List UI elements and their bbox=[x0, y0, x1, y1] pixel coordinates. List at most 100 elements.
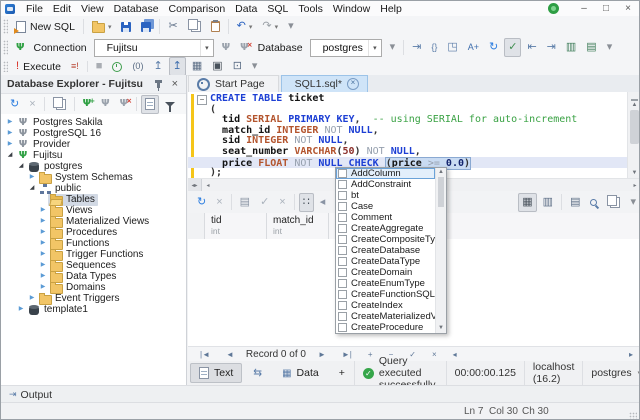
snippet-checkbox-icon[interactable] bbox=[338, 257, 347, 266]
column-header-tid[interactable]: tid int bbox=[205, 213, 267, 239]
tab-sql1-sql-[interactable]: SQL1.sql* × bbox=[280, 75, 368, 92]
tree-item-public[interactable]: ◢ public bbox=[1, 183, 186, 194]
autocomplete-item-createaggregate[interactable]: CreateAggregate bbox=[336, 223, 435, 234]
undo-button[interactable]: ↶ ▾ bbox=[233, 17, 257, 36]
query-builder-button[interactable]: ▦ bbox=[188, 57, 206, 76]
collapsed-arrow-icon[interactable]: ▶ bbox=[27, 293, 37, 304]
menu-help[interactable]: Help bbox=[375, 1, 407, 16]
collapsed-arrow-icon[interactable]: ▶ bbox=[38, 238, 48, 249]
scroll-down-icon[interactable]: ▼ bbox=[628, 169, 639, 178]
import-data-button[interactable]: ↥ bbox=[168, 57, 186, 76]
new-sql-button[interactable]: New SQL bbox=[12, 17, 79, 36]
indent-increase-icon[interactable]: ⇥ bbox=[543, 38, 560, 57]
tab-text[interactable]: Text bbox=[190, 363, 243, 383]
autocomplete-item-createenumtype[interactable]: CreateEnumType bbox=[336, 278, 435, 289]
snippet-checkbox-icon[interactable] bbox=[338, 180, 347, 189]
snippet-checkbox-icon[interactable] bbox=[338, 290, 347, 299]
snippet-checkbox-icon[interactable] bbox=[338, 312, 347, 321]
autocomplete-item-createdomain[interactable]: CreateDomain bbox=[336, 267, 435, 278]
resize-grip[interactable] bbox=[629, 412, 637, 419]
grid-options-button[interactable]: ▾ bbox=[626, 193, 639, 212]
remove-connection-icon[interactable]: Ψ × bbox=[236, 38, 253, 57]
expanded-arrow-icon[interactable]: ◢ bbox=[5, 150, 15, 161]
disconnect-icon[interactable]: Ψ bbox=[218, 38, 235, 57]
collapsed-arrow-icon[interactable]: ▶ bbox=[38, 271, 48, 282]
autocomplete-item-createfunctionsql[interactable]: CreateFunctionSQL bbox=[336, 289, 435, 300]
tree-item-event-triggers[interactable]: ▶ Event Triggers bbox=[1, 292, 186, 305]
paging-button[interactable]: ∷ bbox=[298, 192, 314, 212]
close-panel-icon[interactable]: × bbox=[172, 78, 178, 90]
tab-start-page[interactable]: Start Page bbox=[188, 75, 279, 92]
collapsed-arrow-icon[interactable]: ▶ bbox=[38, 249, 48, 260]
maximize-button[interactable]: □ bbox=[595, 3, 617, 14]
paste-button[interactable] bbox=[207, 17, 224, 36]
autocomplete-item-comment[interactable]: Comment bbox=[336, 212, 435, 223]
tree-item-functions[interactable]: ▶ Functions bbox=[1, 237, 186, 250]
revert-changes-button[interactable]: × bbox=[275, 193, 289, 212]
redo-button[interactable]: ↷ ▾ bbox=[258, 17, 282, 36]
tree-item-postgresql-16[interactable]: ▶ Ψ PostgreSQL 16 bbox=[1, 128, 186, 139]
stop-button[interactable]: ■ bbox=[92, 57, 107, 76]
grid-view-button[interactable]: ▦ bbox=[518, 192, 537, 212]
export-results-button[interactable]: ↥ bbox=[149, 57, 166, 76]
highlight-button[interactable]: ▤ bbox=[236, 193, 254, 212]
collapsed-arrow-icon[interactable]: ▶ bbox=[27, 172, 37, 183]
delete-object-button[interactable]: × bbox=[25, 95, 39, 114]
scroll-right-icon[interactable]: ▸ bbox=[629, 182, 639, 189]
font-increase-icon[interactable]: A+ bbox=[464, 38, 483, 57]
autocomplete-item-createdatabase[interactable]: CreateDatabase bbox=[336, 245, 435, 256]
tree-item-template1[interactable]: ▶ template1 bbox=[1, 304, 186, 315]
query-plan-button[interactable] bbox=[108, 57, 126, 76]
uncomment-lines-icon[interactable]: ▤ bbox=[582, 38, 600, 57]
snippet-checkbox-icon[interactable] bbox=[338, 213, 347, 222]
cut-button[interactable]: ✂ bbox=[164, 17, 181, 36]
refresh-data-button[interactable]: ↻ bbox=[193, 193, 210, 212]
tree-item-tables[interactable]: Tables bbox=[1, 193, 186, 206]
apply-changes-button[interactable]: ✓ bbox=[256, 193, 273, 212]
toolbar-options-button[interactable]: ▾ bbox=[284, 17, 298, 36]
snippet-checkbox-icon[interactable] bbox=[338, 191, 347, 200]
scroll-thumb[interactable] bbox=[438, 177, 444, 207]
tree-item-views[interactable]: ▶ Views bbox=[1, 204, 186, 217]
tree-item-materialized-views[interactable]: ▶ Materialized Views bbox=[1, 215, 186, 228]
snippet-checkbox-icon[interactable] bbox=[338, 169, 347, 178]
tree-item-domains[interactable]: ▶ Domains bbox=[1, 281, 186, 294]
execute-button[interactable]: ! Execute bbox=[12, 57, 65, 76]
tree-item-postgres-sakila[interactable]: ▶ Ψ Postgres Sakila bbox=[1, 117, 186, 128]
output-tab[interactable]: ⇥ Output bbox=[1, 386, 60, 403]
save-button[interactable] bbox=[117, 17, 135, 36]
close-tab-icon[interactable]: × bbox=[346, 78, 359, 90]
execute-script-button[interactable]: ≡! bbox=[67, 57, 83, 76]
pin-panel-icon[interactable] bbox=[154, 79, 162, 91]
autocomplete-item-case[interactable]: Case bbox=[336, 201, 435, 212]
collapsed-arrow-icon[interactable]: ▶ bbox=[5, 139, 15, 150]
connection-select[interactable]: Fujitsu ▾ bbox=[93, 38, 214, 57]
tab-data[interactable]: ▦ Data bbox=[273, 363, 328, 383]
menu-edit[interactable]: Edit bbox=[48, 1, 76, 16]
column-visibility-button[interactable]: ▤ bbox=[566, 193, 584, 212]
generate-script-button[interactable] bbox=[141, 94, 160, 114]
menu-data[interactable]: Data bbox=[230, 1, 262, 16]
autocomplete-item-createdatatype[interactable]: CreateDataType bbox=[336, 256, 435, 267]
menu-file[interactable]: File bbox=[21, 1, 48, 16]
database-more-button[interactable]: ▾ bbox=[386, 38, 400, 57]
autocomplete-item-createcompositetype[interactable]: CreateCompositeType bbox=[336, 234, 435, 245]
sql-toolbar-options-button[interactable]: ▾ bbox=[603, 38, 617, 57]
autocomplete-item-bt[interactable]: bt bbox=[336, 190, 435, 201]
autocomplete-item-createprocedure[interactable]: CreateProcedure bbox=[336, 322, 435, 333]
snippet-checkbox-icon[interactable] bbox=[338, 268, 347, 277]
card-view-button[interactable]: ▥ bbox=[539, 193, 557, 212]
menu-tools[interactable]: Tools bbox=[293, 1, 328, 16]
snippet-checkbox-icon[interactable] bbox=[338, 323, 347, 332]
tree-item-system-schemas[interactable]: ▶ System Schemas bbox=[1, 171, 186, 184]
duplicate-object-button[interactable] bbox=[49, 95, 70, 114]
app-icon[interactable] bbox=[5, 3, 15, 14]
collapsed-arrow-icon[interactable]: ▶ bbox=[38, 282, 48, 293]
open-file-button[interactable]: ▾ bbox=[88, 17, 116, 36]
comment-lines-icon[interactable]: ▥ bbox=[562, 38, 580, 57]
tree-item-trigger-functions[interactable]: ▶ Trigger Functions bbox=[1, 248, 186, 261]
autocomplete-item-addcolumn[interactable]: AddColumn bbox=[336, 168, 435, 179]
collapse-results-button[interactable]: ◂ bbox=[316, 193, 330, 212]
indent-decrease-icon[interactable]: ⇤ bbox=[523, 38, 540, 57]
expanded-arrow-icon[interactable]: ◢ bbox=[27, 183, 37, 194]
